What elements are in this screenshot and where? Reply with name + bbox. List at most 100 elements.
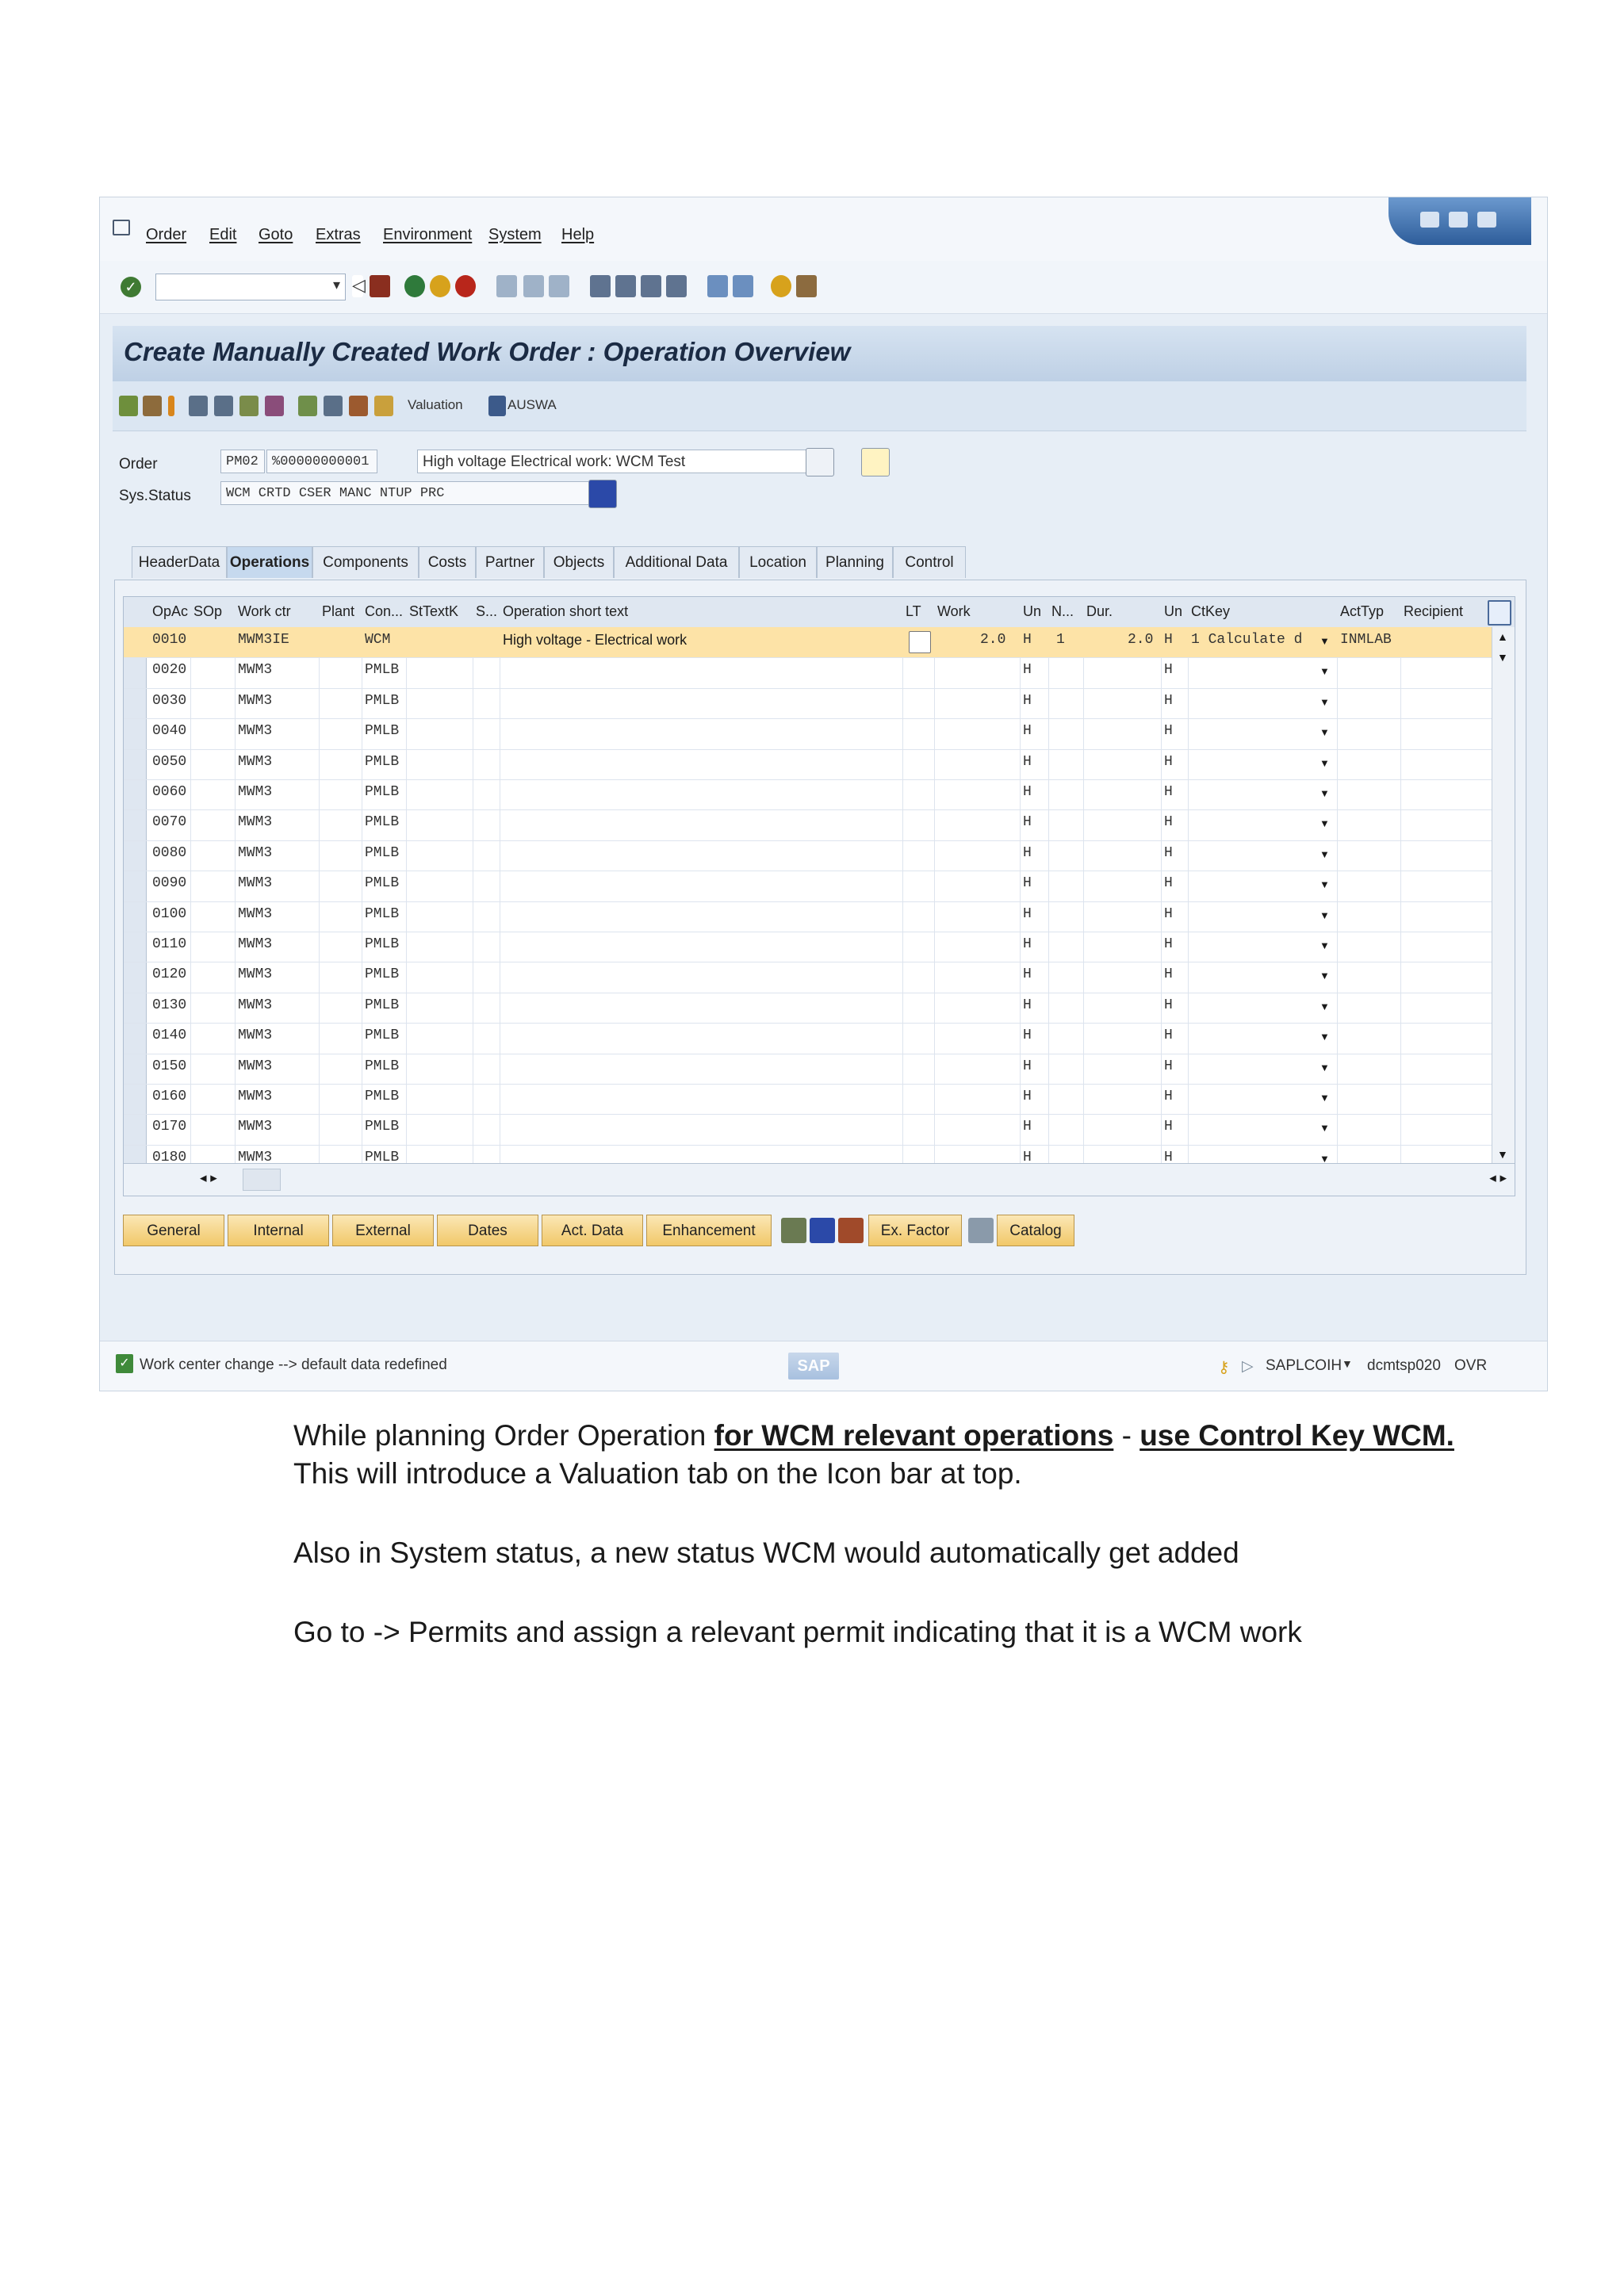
cell-un[interactable]: H	[1023, 1089, 1032, 1104]
dropdown-arrow-icon[interactable]: ▼	[1320, 848, 1330, 860]
cell-con[interactable]: PMLB	[365, 936, 399, 952]
cell-con[interactable]: PMLB	[365, 1058, 399, 1074]
tab-headerdata[interactable]: HeaderData	[132, 546, 227, 578]
back-icon[interactable]	[404, 275, 425, 297]
table-row[interactable]: 0130 MWM3 PMLB H H ▼	[124, 993, 1515, 1024]
structure-icon[interactable]	[298, 396, 317, 416]
cell-un[interactable]: H	[1023, 1027, 1032, 1043]
internal-button[interactable]: Internal	[228, 1215, 329, 1246]
cell-work[interactable]: 2.0	[980, 632, 1005, 648]
cell-un2[interactable]: H	[1164, 845, 1173, 861]
cell-workctr[interactable]: MWM3	[238, 1119, 272, 1135]
menu-order[interactable]: Order	[146, 226, 186, 244]
components-icon[interactable]	[143, 396, 162, 416]
menu-help[interactable]: Help	[561, 226, 594, 244]
cell-opac[interactable]: 0110	[152, 936, 186, 952]
dropdown-arrow-icon[interactable]: ▼	[1320, 1001, 1330, 1012]
help-icon[interactable]	[771, 275, 791, 297]
back-arrow-icon[interactable]: ◁	[352, 275, 366, 297]
dropdown-arrow-icon[interactable]: ▼	[1320, 726, 1330, 738]
cell-n[interactable]: 1	[1056, 632, 1065, 648]
col-duration-unit[interactable]: Un	[1164, 603, 1182, 620]
program-name[interactable]: SAPLCOIH	[1266, 1357, 1342, 1375]
key-icon[interactable]: ⚷	[1218, 1357, 1230, 1377]
cell-workctr[interactable]: MWM3	[238, 1089, 272, 1104]
tab-control[interactable]: Control	[893, 546, 966, 578]
scroll-down-icon[interactable]: ▼	[1497, 651, 1508, 664]
menu-edit[interactable]: Edit	[209, 226, 236, 244]
up-arrow-icon[interactable]	[168, 396, 174, 416]
table-row[interactable]: 0170 MWM3 PMLB H H ▼	[124, 1114, 1515, 1146]
cell-con[interactable]: PMLB	[365, 1119, 399, 1135]
exit-icon[interactable]	[430, 275, 450, 297]
col-plant[interactable]: Plant	[322, 603, 354, 620]
enter-icon[interactable]: ✓	[121, 277, 141, 297]
cell-workctr[interactable]: MWM3IE	[238, 632, 289, 648]
tab-planning[interactable]: Planning	[817, 546, 893, 578]
cell-con[interactable]: PMLB	[365, 693, 399, 709]
menu-extras[interactable]: Extras	[316, 226, 361, 244]
cell-un2[interactable]: H	[1164, 906, 1173, 922]
cell-opac[interactable]: 0050	[152, 754, 186, 770]
table-row[interactable]: 0120 MWM3 PMLB H H ▼	[124, 962, 1515, 993]
clipboard-icon[interactable]	[374, 396, 393, 416]
cell-un2[interactable]: H	[1164, 814, 1173, 830]
cell-un[interactable]: H	[1023, 936, 1032, 952]
cell-opac[interactable]: 0080	[152, 845, 186, 861]
cell-con[interactable]: WCM	[365, 632, 390, 648]
cell-un[interactable]: H	[1023, 966, 1032, 982]
menu-environment[interactable]: Environment	[383, 226, 472, 244]
tab-location[interactable]: Location	[739, 546, 817, 578]
cell-opac[interactable]: 0140	[152, 1027, 186, 1043]
vertical-scrollbar[interactable]: ▲ ▼ ▼	[1492, 627, 1515, 1164]
cell-con[interactable]: PMLB	[365, 754, 399, 770]
last-page-icon[interactable]	[666, 275, 687, 297]
dropdown-arrow-icon[interactable]: ▼	[1320, 757, 1330, 769]
cell-opac[interactable]: 0150	[152, 1058, 186, 1074]
col-number[interactable]: N...	[1051, 603, 1080, 620]
cell-opac[interactable]: 0020	[152, 662, 186, 678]
cell-un[interactable]: H	[1023, 754, 1032, 770]
col-s[interactable]: S...	[476, 603, 498, 620]
cell-un2[interactable]: H	[1164, 784, 1173, 800]
cell-con[interactable]: PMLB	[365, 814, 399, 830]
system-menu-icon[interactable]	[113, 220, 130, 235]
cell-un2[interactable]: H	[1164, 1089, 1173, 1104]
cell-un2[interactable]: H	[1164, 693, 1173, 709]
table-row[interactable]: 0110 MWM3 PMLB H H ▼	[124, 932, 1515, 963]
cell-workctr[interactable]: MWM3	[238, 1027, 272, 1043]
cell-con[interactable]: PMLB	[365, 906, 399, 922]
cell-un[interactable]: H	[1023, 632, 1032, 648]
table-row[interactable]: 0070 MWM3 PMLB H H ▼	[124, 809, 1515, 841]
table-row[interactable]: 0010 MWM3IE WCM High voltage - Electrical w…	[124, 627, 1515, 659]
menu-goto[interactable]: Goto	[259, 226, 293, 244]
scroll-left-icon[interactable]: ◂ ▸	[200, 1170, 217, 1186]
dates-button[interactable]: Dates	[437, 1215, 538, 1246]
cell-un[interactable]: H	[1023, 693, 1032, 709]
col-work-unit[interactable]: Un	[1023, 603, 1041, 620]
table-settings-icon[interactable]	[1488, 600, 1511, 626]
valuation-button[interactable]: Valuation	[408, 397, 463, 413]
table-icon[interactable]	[214, 396, 233, 416]
cell-opac[interactable]: 0170	[152, 1119, 186, 1135]
menu-system[interactable]: System	[488, 226, 542, 244]
cell-workctr[interactable]: MWM3	[238, 1058, 272, 1074]
order-number-field[interactable]: %00000000001	[266, 450, 377, 473]
tab-costs[interactable]: Costs	[419, 546, 476, 578]
cell-workctr[interactable]: MWM3	[238, 936, 272, 952]
col-operation-short-text[interactable]: Operation short text	[503, 603, 628, 620]
cell-con[interactable]: PMLB	[365, 845, 399, 861]
status-message[interactable]: Work center change --> default data rede…	[140, 1357, 447, 1374]
scroll-bottom-icon[interactable]: ▼	[1497, 1148, 1508, 1161]
table-row[interactable]: 0080 MWM3 PMLB H H ▼	[124, 840, 1515, 872]
table-row[interactable]: 0140 MWM3 PMLB H H ▼	[124, 1023, 1515, 1054]
cell-workctr[interactable]: MWM3	[238, 814, 272, 830]
new-session-icon[interactable]	[707, 275, 728, 297]
tab-components[interactable]: Components	[312, 546, 419, 578]
cell-un[interactable]: H	[1023, 997, 1032, 1013]
cell-text[interactable]: High voltage - Electrical work	[503, 632, 687, 649]
cell-un2[interactable]: H	[1164, 1058, 1173, 1074]
cell-workctr[interactable]: MWM3	[238, 966, 272, 982]
cell-opac[interactable]: 0010	[152, 632, 186, 648]
find-next-icon[interactable]	[549, 275, 569, 297]
